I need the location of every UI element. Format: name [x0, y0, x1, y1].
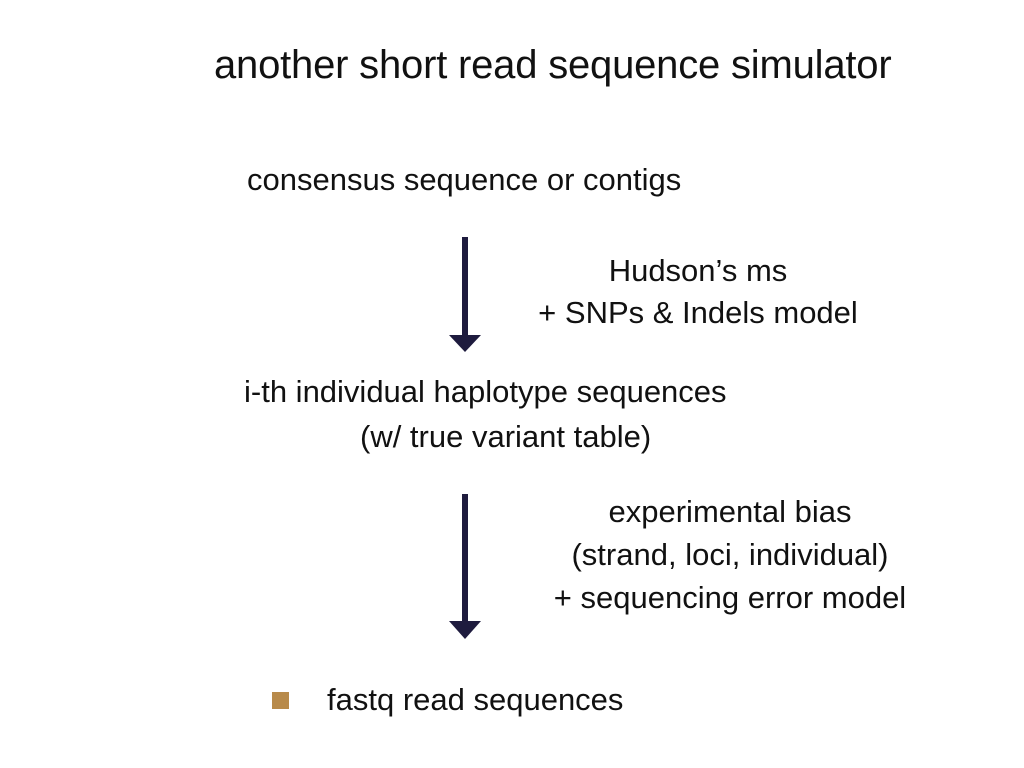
bullet-square-icon: [272, 691, 289, 709]
transition-2-line-3: + sequencing error model: [553, 580, 907, 615]
output-label: fastq read sequences: [327, 682, 624, 717]
output-bullet: fastq read sequences: [272, 682, 623, 718]
transition-1-line-2: + SNPs & Indels model: [538, 295, 858, 330]
transition-note-1: Hudson’s ms + SNPs & Indels model: [500, 250, 896, 334]
arrow-1-head: [449, 335, 481, 352]
transition-1-line-1: Hudson’s ms: [608, 253, 788, 288]
arrow-1-shaft: [462, 237, 468, 337]
transition-2-line-2: (strand, loci, individual): [571, 537, 889, 572]
down-arrow-2: [449, 494, 481, 639]
transition-2-line-1: experimental bias: [608, 494, 852, 529]
slide-title: another short read sequence simulator: [214, 43, 892, 87]
arrow-2-shaft: [462, 494, 468, 624]
step-consensus: consensus sequence or contigs: [247, 162, 682, 197]
down-arrow-1: [449, 237, 481, 352]
step-haplotype-line-2: (w/ true variant table): [360, 419, 652, 454]
step-haplotype-line-1: i-th individual haplotype sequences: [244, 374, 727, 409]
transition-note-2: experimental bias (strand, loci, individ…: [510, 490, 950, 619]
arrow-2-head: [449, 621, 481, 639]
